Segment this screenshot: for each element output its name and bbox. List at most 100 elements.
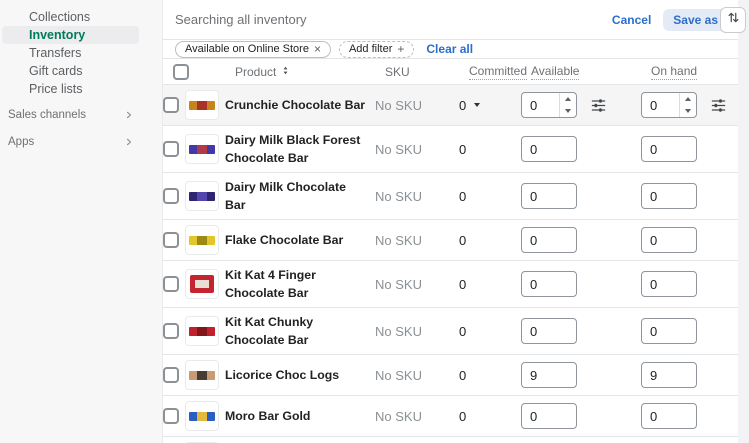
- available-input[interactable]: 0: [521, 183, 577, 209]
- available-input[interactable]: 0: [521, 271, 577, 297]
- product-thumbnail: [185, 225, 219, 255]
- product-thumbnail-art: [189, 236, 215, 245]
- sku-value: No SKU: [375, 409, 459, 424]
- sku-value: No SKU: [375, 189, 459, 204]
- sku-value: No SKU: [375, 368, 459, 383]
- on-hand-column-header[interactable]: On hand: [651, 64, 738, 80]
- available-input[interactable]: 0: [521, 403, 577, 429]
- sidebar-item-sales-channels[interactable]: Sales channels: [2, 105, 139, 125]
- sidebar-item-inventory[interactable]: Inventory: [2, 26, 139, 44]
- sort-button[interactable]: [720, 7, 746, 33]
- available-cell: 0: [521, 227, 641, 253]
- product-thumbnail: [185, 90, 219, 120]
- product-name-link[interactable]: Crunchie Chocolate Bar: [225, 98, 373, 112]
- table-row[interactable]: Kit Kat 4 Finger Chocolate Bar No SKU 0 …: [163, 261, 738, 308]
- available-input[interactable]: 0: [521, 318, 577, 344]
- save-as-button[interactable]: Save as: [663, 9, 728, 31]
- product-thumbnail: [185, 134, 219, 164]
- product-name-link[interactable]: Kit Kat 4 Finger Chocolate Bar: [225, 268, 316, 300]
- on-hand-cell: 0: [641, 183, 738, 209]
- row-checkbox[interactable]: [163, 141, 179, 157]
- sidebar-item-price-lists[interactable]: Price lists: [2, 80, 139, 98]
- table-row[interactable]: Dairy Milk Black Forest Chocolate Bar No…: [163, 126, 738, 173]
- product-thumbnail: [185, 181, 219, 211]
- stepper-up-icon[interactable]: [560, 93, 576, 105]
- product-thumbnail-art: [189, 371, 215, 380]
- clear-all-button[interactable]: Clear all: [426, 42, 473, 56]
- available-cell: 0: [521, 271, 641, 297]
- applied-filters-row: Available on Online Store × Add filter +…: [163, 40, 738, 58]
- available-stepper[interactable]: [559, 93, 576, 117]
- plus-icon: +: [397, 43, 404, 55]
- stepper-down-icon[interactable]: [680, 105, 696, 117]
- add-filter-button[interactable]: Add filter +: [339, 41, 414, 58]
- on-hand-input[interactable]: 0: [641, 403, 697, 429]
- sidebar-item-gift-cards[interactable]: Gift cards: [2, 62, 139, 80]
- inventory-table-body: Crunchie Chocolate Bar No SKU 0 0: [163, 85, 738, 443]
- on-hand-input[interactable]: 0: [641, 318, 697, 344]
- index-filters-bar: Searching all inventory Cancel Save as: [163, 0, 738, 40]
- remove-filter-icon[interactable]: ×: [314, 43, 321, 55]
- adjustments-icon[interactable]: [710, 97, 727, 114]
- committed-cell: 0: [459, 277, 521, 292]
- product-column-header[interactable]: Product: [235, 65, 385, 79]
- adjustments-icon[interactable]: [590, 97, 607, 114]
- table-row[interactable]: Crunchie Chocolate Bar No SKU 0 0: [163, 85, 738, 126]
- product-thumbnail: [185, 401, 219, 431]
- table-row[interactable]: Dairy Milk Chocolate Bar No SKU 0 0: [163, 173, 738, 220]
- on-hand-cell: 9: [641, 362, 738, 388]
- available-input[interactable]: 0: [521, 92, 577, 118]
- row-checkbox[interactable]: [163, 323, 179, 339]
- committed-cell: 0: [459, 233, 521, 248]
- row-checkbox[interactable]: [163, 97, 179, 113]
- scrollbar-gutter[interactable]: [738, 0, 749, 443]
- on-hand-input[interactable]: 9: [641, 362, 697, 388]
- stepper-up-icon[interactable]: [680, 93, 696, 105]
- filter-chip-available-on-online-store[interactable]: Available on Online Store ×: [175, 41, 331, 58]
- row-checkbox[interactable]: [163, 408, 179, 424]
- committed-dropdown-caret-icon[interactable]: [474, 103, 480, 107]
- on-hand-input[interactable]: 0: [641, 271, 697, 297]
- select-all-checkbox[interactable]: [173, 64, 189, 80]
- committed-cell: 0: [459, 409, 521, 424]
- product-name-link[interactable]: Kit Kat Chunky Chocolate Bar: [225, 315, 316, 347]
- row-checkbox[interactable]: [163, 367, 179, 383]
- on-hand-input[interactable]: 0: [641, 227, 697, 253]
- row-checkbox[interactable]: [163, 276, 179, 292]
- available-input[interactable]: 9: [521, 362, 577, 388]
- sidebar-item-transfers[interactable]: Transfers: [2, 44, 139, 62]
- sku-value: No SKU: [375, 233, 459, 248]
- product-name-link[interactable]: Licorice Choc Logs: [225, 368, 347, 382]
- available-column-header[interactable]: Available: [531, 64, 651, 80]
- table-row[interactable]: Licorice Choc Logs No SKU 0 9: [163, 355, 738, 396]
- row-checkbox[interactable]: [163, 188, 179, 204]
- available-input[interactable]: 0: [521, 136, 577, 162]
- stepper-down-icon[interactable]: [560, 105, 576, 117]
- sidebar-item-apps[interactable]: Apps: [2, 132, 139, 152]
- committed-column-header[interactable]: Committed: [469, 64, 531, 80]
- table-row[interactable]: Moro Chocolate Bar No SKU 0 0: [163, 437, 738, 443]
- cancel-button[interactable]: Cancel: [612, 13, 651, 27]
- product-name-link[interactable]: Flake Chocolate Bar: [225, 233, 351, 247]
- table-row[interactable]: Kit Kat Chunky Chocolate Bar No SKU 0 0: [163, 308, 738, 355]
- row-checkbox[interactable]: [163, 232, 179, 248]
- product-thumbnail: [185, 360, 219, 390]
- product-name-link[interactable]: Dairy Milk Chocolate Bar: [225, 180, 346, 212]
- table-row[interactable]: Moro Bar Gold No SKU 0 0: [163, 396, 738, 437]
- product-name-link[interactable]: Dairy Milk Black Forest Chocolate Bar: [225, 133, 360, 165]
- on-hand-stepper[interactable]: [679, 93, 696, 117]
- sidebar-item-collections[interactable]: Collections: [2, 8, 139, 26]
- committed-cell: 0: [459, 324, 521, 339]
- search-status-text: Searching all inventory: [175, 12, 612, 27]
- on-hand-input[interactable]: 0: [641, 136, 697, 162]
- on-hand-cell: 0: [641, 403, 738, 429]
- product-name-link[interactable]: Moro Bar Gold: [225, 409, 318, 423]
- available-input[interactable]: 0: [521, 227, 577, 253]
- column-sort-icon: [280, 65, 291, 79]
- on-hand-input[interactable]: 0: [641, 92, 697, 118]
- on-hand-input[interactable]: 0: [641, 183, 697, 209]
- table-row[interactable]: Flake Chocolate Bar No SKU 0 0: [163, 220, 738, 261]
- chevron-right-icon: [123, 136, 135, 148]
- product-thumbnail: [185, 316, 219, 346]
- on-hand-cell: 0: [641, 136, 738, 162]
